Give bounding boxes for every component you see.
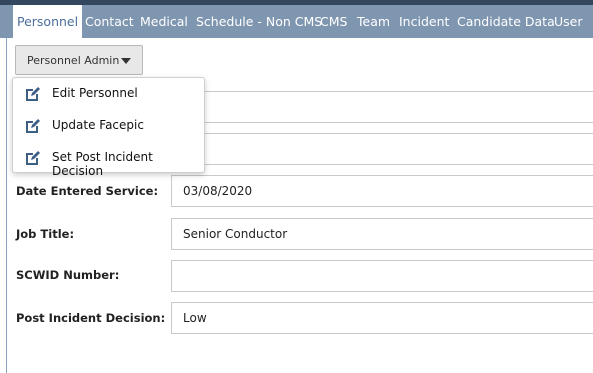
tab-incident[interactable]: Incident (399, 5, 449, 38)
menu-item-label: Edit Personnel (52, 86, 138, 100)
tab-candidate-data[interactable]: Candidate Data (457, 5, 555, 38)
date-entered-service-label: Date Entered Service: (16, 184, 159, 198)
date-entered-service-field[interactable]: 03/08/2020 (171, 175, 593, 207)
personnel-admin-label: Personnel Admin (27, 53, 120, 67)
scwid-number-label: SCWID Number: (16, 268, 120, 282)
tab-contact[interactable]: Contact (85, 5, 134, 38)
personnel-admin-menu: Edit Personnel Update Facepic Set Post I… (12, 77, 205, 178)
menu-item-label: Set Post Incident Decision (52, 150, 153, 178)
hidden-field-2[interactable] (171, 133, 593, 165)
hidden-field-1[interactable] (171, 91, 593, 123)
menu-item-set-post-incident-decision[interactable]: Set Post Incident Decision (13, 142, 204, 178)
job-title-label: Job Title: (16, 227, 75, 241)
tab-team[interactable]: Team (357, 5, 390, 38)
tab-personnel[interactable]: Personnel (13, 5, 83, 38)
menu-item-label: Update Facepic (52, 118, 144, 132)
scwid-number-field[interactable] (171, 260, 593, 292)
menu-item-edit-personnel[interactable]: Edit Personnel (13, 78, 204, 110)
tab-schedule-non-cms[interactable]: Schedule - Non CMS (196, 5, 322, 38)
edit-icon (26, 119, 40, 133)
personnel-admin-button[interactable]: Personnel Admin (15, 45, 143, 75)
edit-icon (26, 151, 40, 165)
tab-cms[interactable]: CMS (320, 5, 347, 38)
post-incident-decision-field[interactable]: Low (171, 302, 593, 334)
post-incident-decision-label: Post Incident Decision: (16, 311, 166, 325)
menu-item-update-facepic[interactable]: Update Facepic (13, 110, 204, 142)
tab-user[interactable]: User (554, 5, 583, 38)
tab-bar: Personnel Contact Medical Schedule - Non… (0, 5, 593, 38)
left-border (6, 38, 7, 373)
job-title-field[interactable]: Senior Conductor (171, 218, 593, 250)
tab-medical[interactable]: Medical (140, 5, 188, 38)
edit-icon (26, 87, 40, 101)
caret-down-icon (121, 58, 131, 64)
